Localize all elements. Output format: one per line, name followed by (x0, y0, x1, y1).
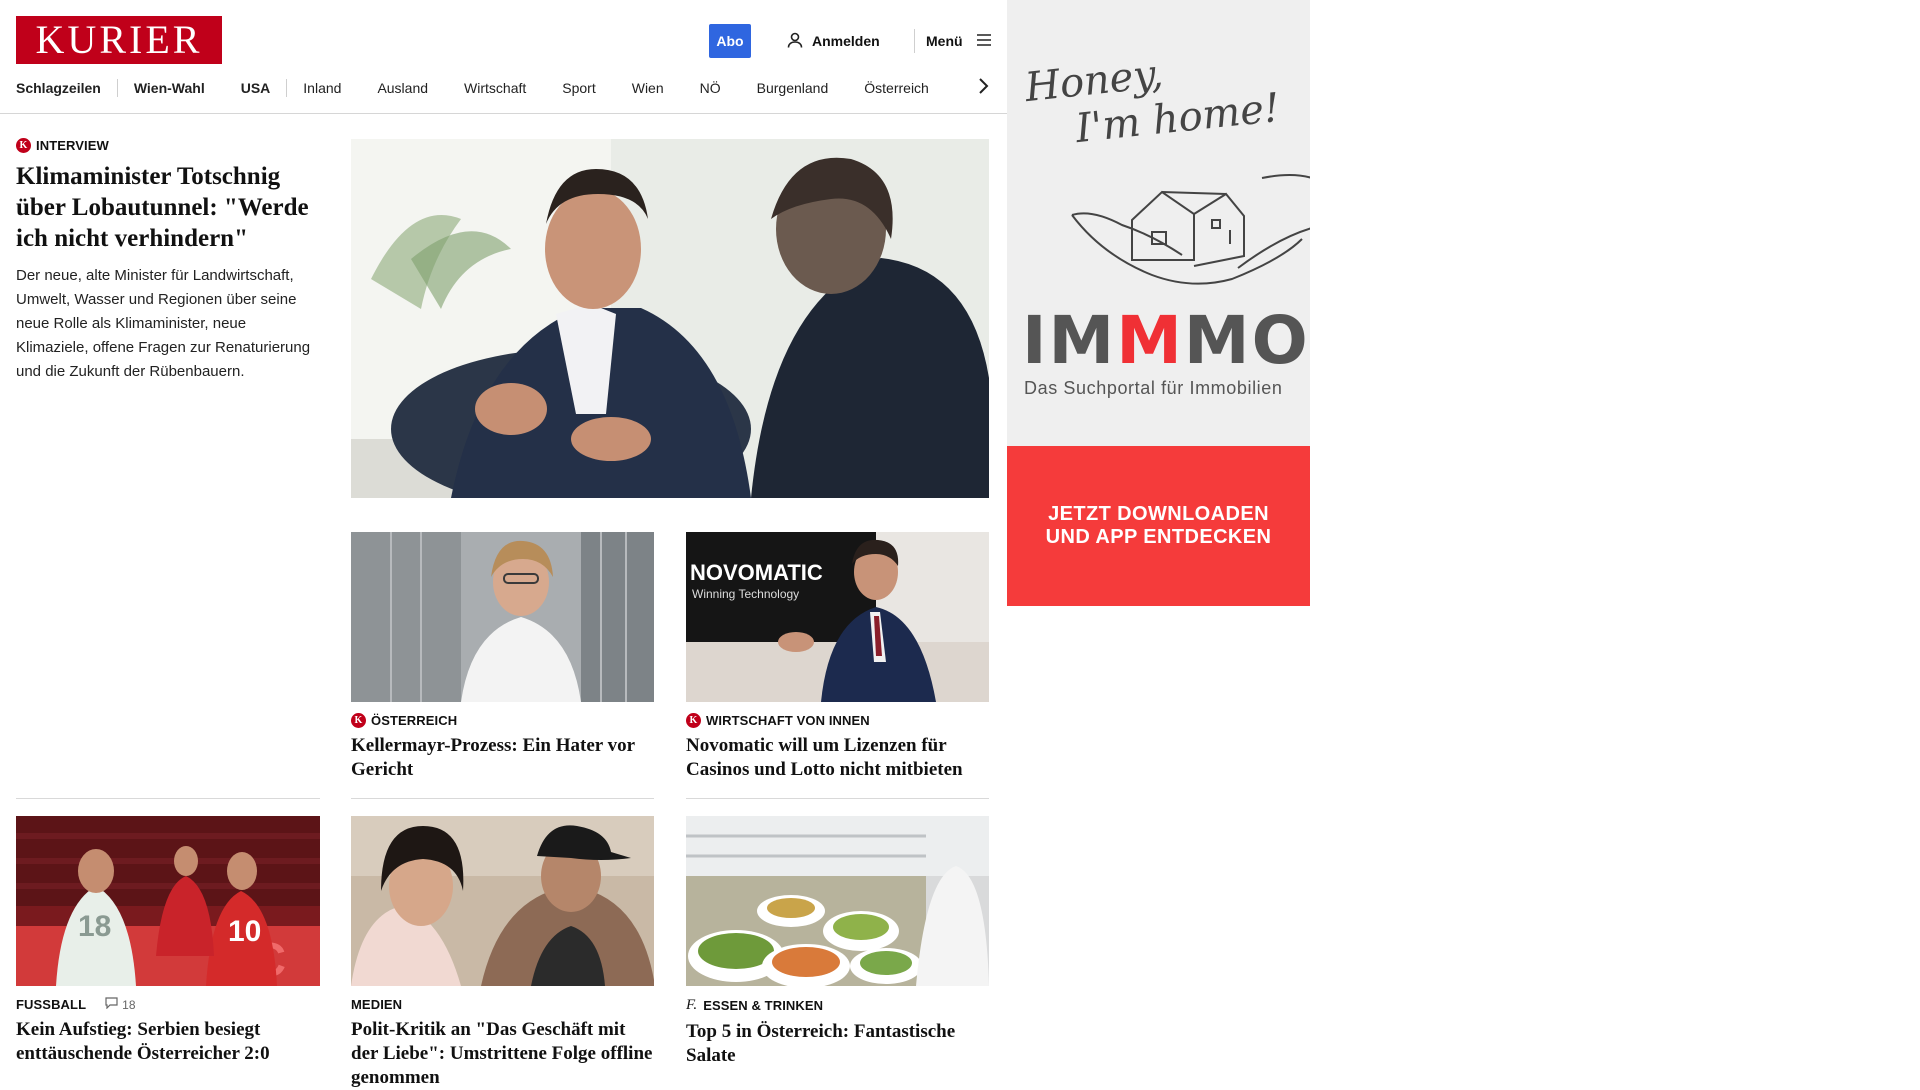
row-divider (686, 798, 989, 799)
nav-item-wien[interactable]: Wien (632, 80, 664, 96)
novomatic-tagline: Winning Technology (692, 587, 799, 601)
jersey-number-10: 10 (228, 915, 261, 948)
lead-photo[interactable] (351, 139, 989, 498)
kurier-plus-icon: K (686, 713, 701, 728)
lead-kicker: K INTERVIEW (16, 138, 320, 153)
lead-article[interactable]: K INTERVIEW Klimaminister Totschnig über… (16, 138, 320, 384)
article-kicker: FUSSBALL 18 (16, 997, 320, 1012)
f-icon: f. (686, 997, 698, 1013)
nav-item-ausland[interactable]: Ausland (377, 80, 428, 96)
article-photo[interactable]: E C 18 10 (16, 816, 320, 986)
article-kicker: f. ESSEN & TRINKEN (686, 997, 989, 1014)
article-kicker-label: MEDIEN (351, 997, 403, 1012)
nav-divider (286, 79, 288, 97)
login-label: Anmelden (812, 33, 880, 49)
ad-brand-part: IM (1022, 302, 1117, 379)
logo-text: KURIER (35, 17, 203, 62)
abo-button[interactable]: Abo (709, 24, 751, 58)
article-title[interactable]: Polit-Kritik an "Das Geschäft mit der Li… (351, 1018, 654, 1090)
article-kicker: K ÖSTERREICH (351, 713, 654, 728)
section-nav: Schlagzeilen Wien-Wahl USA Inland Auslan… (16, 76, 996, 100)
nav-item-burgenland[interactable]: Burgenland (757, 80, 829, 96)
article-kicker-label: FUSSBALL (16, 997, 87, 1012)
novomatic-logo-text: NOVOMATIC (690, 560, 823, 585)
article-photo[interactable]: NOVOMATIC Winning Technology (686, 532, 989, 702)
ad-headline: Honey, I'm home! (1023, 39, 1282, 157)
article-kicker: K WIRTSCHAFT VON INNEN (686, 713, 989, 728)
comment-count-value: 18 (122, 997, 136, 1012)
article-kicker: MEDIEN (351, 997, 654, 1012)
article-photo[interactable] (351, 532, 654, 702)
article-title[interactable]: Novomatic will um Lizenzen für Casinos u… (686, 734, 989, 782)
nav-divider (116, 79, 118, 97)
article-kicker-label: WIRTSCHAFT VON INNEN (706, 713, 870, 728)
ad-download-button[interactable]: JETZT DOWNLOADEN UND APP ENTDECKEN (1007, 446, 1310, 606)
ad-cta-label: JETZT DOWNLOADEN UND APP ENTDECKEN (1045, 503, 1272, 548)
article-card[interactable]: K ÖSTERREICH Kellermayr-Prozess: Ein Hat… (351, 532, 654, 782)
article-title[interactable]: Top 5 in Österreich: Fantastische Salate (686, 1020, 989, 1068)
lead-kicker-label: INTERVIEW (36, 138, 109, 153)
nav-item-schlagzeilen[interactable]: Schlagzeilen (16, 80, 101, 96)
chevron-right-icon (977, 77, 989, 100)
nav-scroll-right[interactable] (972, 76, 994, 100)
ad-tagline: Das Suchportal für Immobilien (1024, 378, 1283, 398)
immmo-logo: IMMMO (1022, 308, 1310, 374)
row-divider (351, 798, 654, 799)
nav-item-noe[interactable]: NÖ (700, 80, 721, 96)
nav-item-sport[interactable]: Sport (562, 80, 595, 96)
house-in-hand-illustration (1062, 160, 1310, 300)
lead-description: Der neue, alte Minister für Landwirtscha… (16, 267, 311, 380)
article-title[interactable]: Kellermayr-Prozess: Ein Hater vor Gerich… (351, 734, 654, 782)
nav-item-wien-wahl[interactable]: Wien-Wahl (134, 80, 205, 96)
kurier-plus-icon: K (351, 713, 366, 728)
hamburger-icon (975, 31, 993, 52)
comment-count[interactable]: 18 (105, 997, 136, 1012)
article-kicker-label: ÖSTERREICH (371, 713, 458, 728)
nav-item-usa[interactable]: USA (241, 80, 271, 96)
header-rule (0, 113, 1007, 114)
article-card[interactable]: f. ESSEN & TRINKEN Top 5 in Österreich: … (686, 816, 989, 1068)
kurier-plus-icon: K (16, 138, 31, 153)
article-card[interactable]: NOVOMATIC Winning Technology K WIRTSCHAF… (686, 532, 989, 782)
login-button[interactable]: Anmelden (786, 30, 880, 52)
jersey-number-18: 18 (78, 910, 111, 943)
menu-label: Menü (926, 33, 963, 49)
article-photo[interactable] (686, 816, 989, 986)
ad-brand-part: MO (1183, 302, 1310, 379)
article-photo[interactable] (351, 816, 654, 986)
nav-item-inland[interactable]: Inland (303, 80, 341, 96)
user-icon (786, 31, 804, 52)
article-kicker-label: ESSEN & TRINKEN (703, 998, 824, 1013)
news-page: KURIER Abo Anmelden Menü Schlagzeilen Wi… (0, 0, 1007, 1088)
comment-icon (105, 997, 118, 1012)
ad-brand-accent: M (1116, 302, 1184, 379)
article-title[interactable]: Kein Aufstieg: Serbien besiegt enttäusch… (16, 1018, 320, 1066)
kurier-logo[interactable]: KURIER (16, 16, 222, 64)
nav-item-oesterreich[interactable]: Österreich (864, 80, 929, 96)
lead-title[interactable]: Klimaminister Totschnig über Lobautunnel… (16, 161, 320, 254)
row-divider (16, 798, 320, 799)
article-card[interactable]: E C 18 10 FUSSBALL 18 Kein Aufstieg: Ser… (16, 816, 320, 1066)
advertisement-banner[interactable]: Honey, I'm home! IMMMO Das Suchportal fü… (1007, 0, 1310, 606)
header-divider (914, 29, 915, 53)
menu-button[interactable]: Menü (926, 30, 993, 52)
article-card[interactable]: MEDIEN Polit-Kritik an "Das Geschäft mit… (351, 816, 654, 1090)
nav-item-wirtschaft[interactable]: Wirtschaft (464, 80, 526, 96)
